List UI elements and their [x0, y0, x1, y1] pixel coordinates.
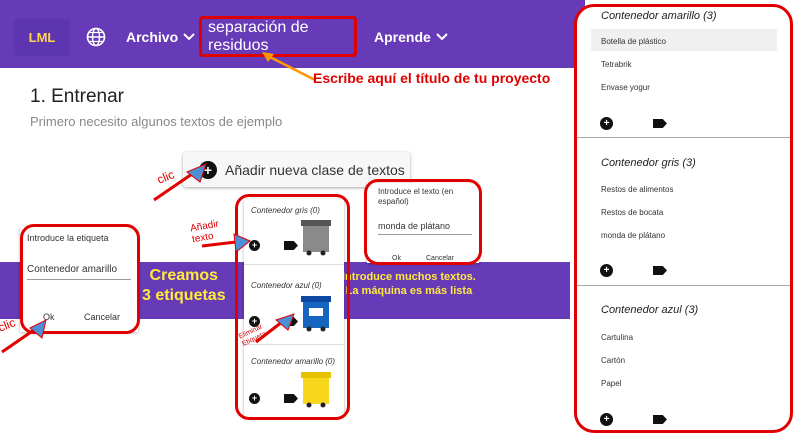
- divider: [577, 137, 790, 138]
- aprende-label: Aprende: [374, 29, 431, 45]
- chevron-down-icon: [183, 33, 195, 41]
- list-item[interactable]: Cartulina: [601, 333, 633, 342]
- highlight-box: [235, 194, 350, 420]
- add-text-icon[interactable]: +: [600, 264, 613, 277]
- classes-panel: Contenedor amarillo (3) Botella de plást…: [574, 4, 793, 433]
- globe-icon[interactable]: [86, 27, 106, 47]
- logo[interactable]: LML: [14, 19, 70, 56]
- list-item[interactable]: Papel: [601, 379, 621, 388]
- tag-icon[interactable]: [653, 266, 667, 275]
- add-class-label: Añadir nueva clase de textos: [225, 161, 405, 178]
- aprende-menu[interactable]: Aprende: [374, 29, 448, 45]
- list-item[interactable]: Restos de alimentos: [601, 185, 673, 194]
- add-text-icon[interactable]: +: [600, 413, 613, 426]
- divider: [577, 285, 790, 286]
- creamos-annotation: Creamos 3 etiquetas: [142, 267, 226, 304]
- chevron-down-icon: [436, 33, 448, 41]
- highlight-box: [364, 179, 482, 265]
- tag-icon[interactable]: [653, 415, 667, 424]
- arrow-annotation: [262, 52, 316, 82]
- arrow-annotation: [1, 319, 47, 354]
- title-hint: Escribe aquí el título de tu proyecto: [313, 70, 551, 86]
- add-text-icon[interactable]: +: [600, 117, 613, 130]
- list-item[interactable]: monda de plátano: [601, 231, 665, 240]
- class-title: Contenedor azul (3): [601, 304, 699, 316]
- tag-icon[interactable]: [653, 119, 667, 128]
- list-item[interactable]: Botella de plástico: [601, 37, 666, 46]
- list-item[interactable]: Cartón: [601, 356, 625, 365]
- list-item[interactable]: Tetrabrik: [601, 60, 632, 69]
- section-heading: 1. Entrenar: [30, 86, 124, 107]
- class-title: Contenedor gris (3): [601, 157, 696, 169]
- introduce-annotation: Introduce muchos textos. La máquina es m…: [342, 271, 476, 297]
- section-subtitle: Primero necesito algunos textos de ejemp…: [30, 114, 283, 129]
- archivo-menu[interactable]: Archivo: [126, 29, 195, 45]
- class-title: Contenedor amarillo (3): [601, 10, 717, 22]
- arrow-annotation: [255, 313, 295, 344]
- arrow-annotation: [201, 233, 251, 253]
- arrow-annotation: [153, 163, 207, 202]
- list-item[interactable]: Restos de bocata: [601, 208, 663, 217]
- archivo-label: Archivo: [126, 29, 179, 45]
- list-item[interactable]: Envase yogur: [601, 83, 650, 92]
